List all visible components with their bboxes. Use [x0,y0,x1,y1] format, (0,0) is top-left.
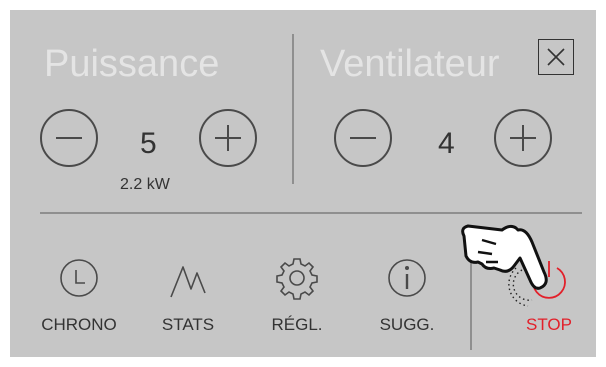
ventilateur-title: Ventilateur [320,43,500,85]
clock-icon [60,259,98,297]
info-icon [388,259,426,297]
close-icon [547,48,565,66]
hand-pointer-icon [461,224,548,307]
ventilateur-increase-button[interactable] [494,109,552,167]
stats-button[interactable]: STATS [143,235,233,335]
plus-icon [510,125,536,151]
section-divider [292,34,294,184]
minus-icon [350,137,376,139]
puissance-increase-button[interactable] [199,109,257,167]
chrono-button[interactable]: CHRONO [34,235,124,335]
ventilateur-decrease-button[interactable] [334,109,392,167]
puissance-title: Puissance [44,43,220,85]
suggestions-label: SUGG. [379,315,435,334]
stats-label: STATS [161,315,215,334]
plus-icon [215,125,241,151]
stats-icon [170,266,206,298]
puissance-kw: 2.2 kW [120,176,170,193]
puissance-decrease-button[interactable] [40,109,98,167]
settings-button[interactable]: RÉGL. [252,235,342,335]
minus-icon [56,137,82,139]
settings-label: RÉGL. [271,315,323,334]
gear-icon [276,258,318,300]
close-button[interactable] [538,39,574,75]
puissance-value: 5 [140,127,157,160]
chrono-label: CHRONO [41,315,117,334]
suggestions-button[interactable]: SUGG. [362,235,452,335]
stop-label: STOP [526,315,572,334]
ventilateur-value: 4 [438,127,455,160]
